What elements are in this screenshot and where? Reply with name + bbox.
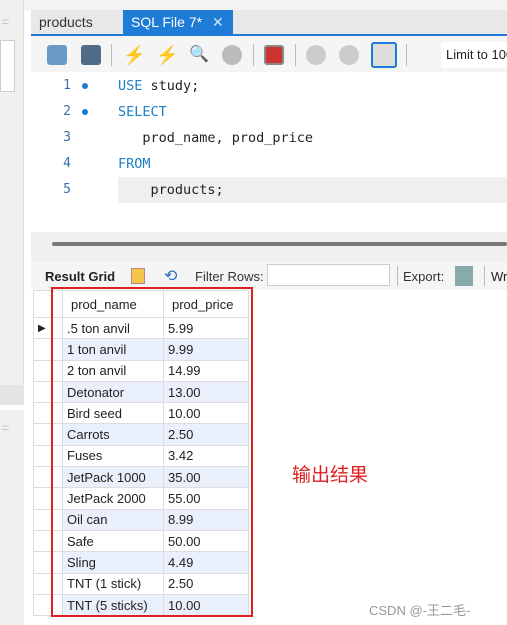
folder-icon[interactable]	[47, 45, 67, 65]
line-number: 5	[63, 182, 71, 197]
tab-bar: products SQL File 7* ✕	[31, 10, 507, 36]
toggle-error-icon[interactable]	[264, 45, 284, 65]
highlight-box	[51, 287, 253, 617]
limit-rows-select[interactable]: Limit to 1000 rows	[441, 42, 507, 68]
stop-icon[interactable]	[222, 45, 242, 65]
filter-rows-label: Filter Rows:	[195, 269, 264, 284]
sql-text: study;	[142, 78, 200, 94]
explain-icon[interactable]: 🔍	[189, 45, 209, 65]
annotation-text: 输出结果	[292, 465, 369, 486]
line-number: 4	[63, 156, 71, 171]
line-number: 1	[63, 78, 71, 93]
wrap-label[interactable]: Wr	[491, 269, 507, 284]
code-line[interactable]: FROM	[118, 156, 151, 172]
save-icon[interactable]	[81, 45, 101, 65]
sidebar-input[interactable]	[0, 40, 15, 92]
sql-text: products;	[118, 182, 224, 198]
editor-scroll-area	[31, 232, 507, 262]
code-line[interactable]: prod_name, prod_price	[118, 130, 313, 146]
tab-label: SQL File 7*	[131, 14, 203, 30]
top-strip	[0, 0, 507, 10]
close-icon[interactable]: ✕	[212, 14, 224, 30]
refresh-icon[interactable]: ⟲	[164, 266, 177, 286]
code-line[interactable]: USE study;	[118, 78, 199, 94]
code-line[interactable]: SELECT	[118, 104, 167, 120]
commit-icon[interactable]	[306, 45, 326, 65]
filter-rows-input[interactable]	[267, 264, 390, 286]
result-grid-tab[interactable]: Result Grid	[45, 269, 115, 284]
autocommit-icon[interactable]	[371, 42, 397, 68]
result-toolbar: Result Grid ⟲ Filter Rows: Export: Wr	[31, 262, 507, 290]
line-number: 2	[63, 104, 71, 119]
horizontal-scrollbar[interactable]	[52, 242, 507, 246]
sql-editor[interactable]	[31, 72, 507, 232]
code-line[interactable]: products;	[118, 182, 224, 198]
sql-keyword: USE	[118, 78, 143, 94]
execute-current-icon[interactable]: ⚡	[156, 45, 178, 65]
sql-text: prod_name, prod_price	[118, 130, 314, 146]
export-icon[interactable]	[455, 266, 473, 286]
tab-sql-file[interactable]: SQL File 7* ✕	[123, 10, 233, 36]
sidebar-panel-lower: :::::	[0, 410, 24, 625]
tab-label: products	[39, 14, 93, 30]
tab-products[interactable]: products	[31, 10, 123, 36]
rollback-icon[interactable]	[339, 45, 359, 65]
grid-view-icon[interactable]	[131, 268, 145, 284]
watermark: CSDN @-王二毛-	[369, 603, 471, 618]
export-label: Export:	[403, 269, 445, 284]
sql-keyword: SELECT	[118, 104, 167, 120]
editor-toolbar: ⚡ ⚡ 🔍 Limit to 1000 rows	[31, 36, 507, 72]
statement-marker-icon	[82, 109, 88, 115]
sql-keyword: FROM	[118, 156, 151, 172]
line-number: 3	[63, 130, 71, 145]
execute-icon[interactable]: ⚡	[123, 45, 145, 65]
sidebar-divider	[0, 385, 24, 405]
sidebar-panel: :::::	[0, 0, 24, 385]
statement-marker-icon	[82, 83, 88, 89]
